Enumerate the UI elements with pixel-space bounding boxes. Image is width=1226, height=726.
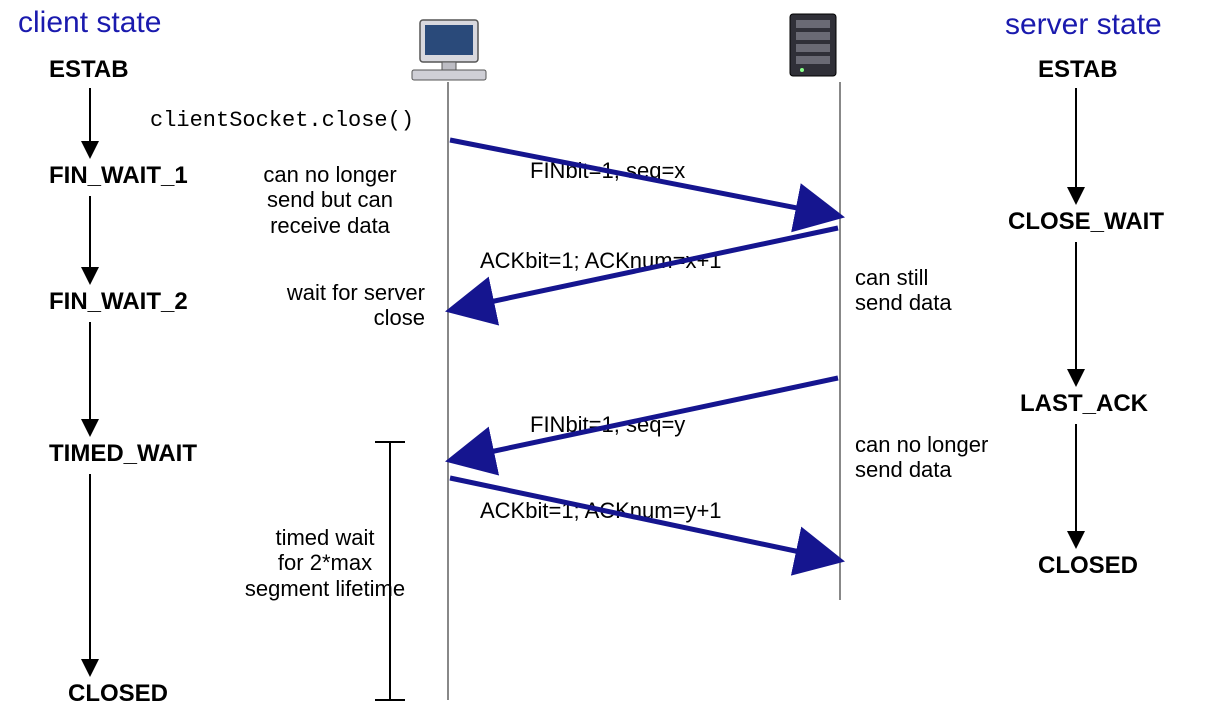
server-heading: server state xyxy=(1005,8,1162,42)
code-client-close: clientSocket.close() xyxy=(150,108,414,133)
msg-fin-1: FINbit=1, seq=x xyxy=(530,158,685,184)
server-state-close-wait: CLOSE_WAIT xyxy=(1008,208,1164,236)
note-last-ack: can no longersend data xyxy=(855,432,1025,483)
msg-ack-2: ACKbit=1; ACKnum=y+1 xyxy=(480,498,722,524)
server-state-last-ack: LAST_ACK xyxy=(1020,390,1148,418)
client-heading: client state xyxy=(18,6,161,40)
client-state-fin-wait-2: FIN_WAIT_2 xyxy=(49,288,188,316)
client-state-timed-wait: TIMED_WAIT xyxy=(49,440,197,468)
client-state-estab: ESTAB xyxy=(49,56,129,84)
note-close-wait: can stillsend data xyxy=(855,265,1005,316)
server-state-closed: CLOSED xyxy=(1038,552,1138,580)
server-state-estab: ESTAB xyxy=(1038,56,1118,84)
msg-ack-1: ACKbit=1; ACKnum=x+1 xyxy=(480,248,722,274)
note-fin-wait-1: can no longersend but canreceive data xyxy=(230,162,430,238)
client-computer-icon xyxy=(412,20,486,80)
server-icon xyxy=(790,14,836,76)
client-state-fin-wait-1: FIN_WAIT_1 xyxy=(49,162,188,190)
client-state-closed: CLOSED xyxy=(68,680,168,708)
note-timed-wait: timed waitfor 2*maxsegment lifetime xyxy=(230,525,420,601)
note-fin-wait-2: wait for serverclose xyxy=(245,280,425,331)
msg-fin-2: FINbit=1, seq=y xyxy=(530,412,685,438)
